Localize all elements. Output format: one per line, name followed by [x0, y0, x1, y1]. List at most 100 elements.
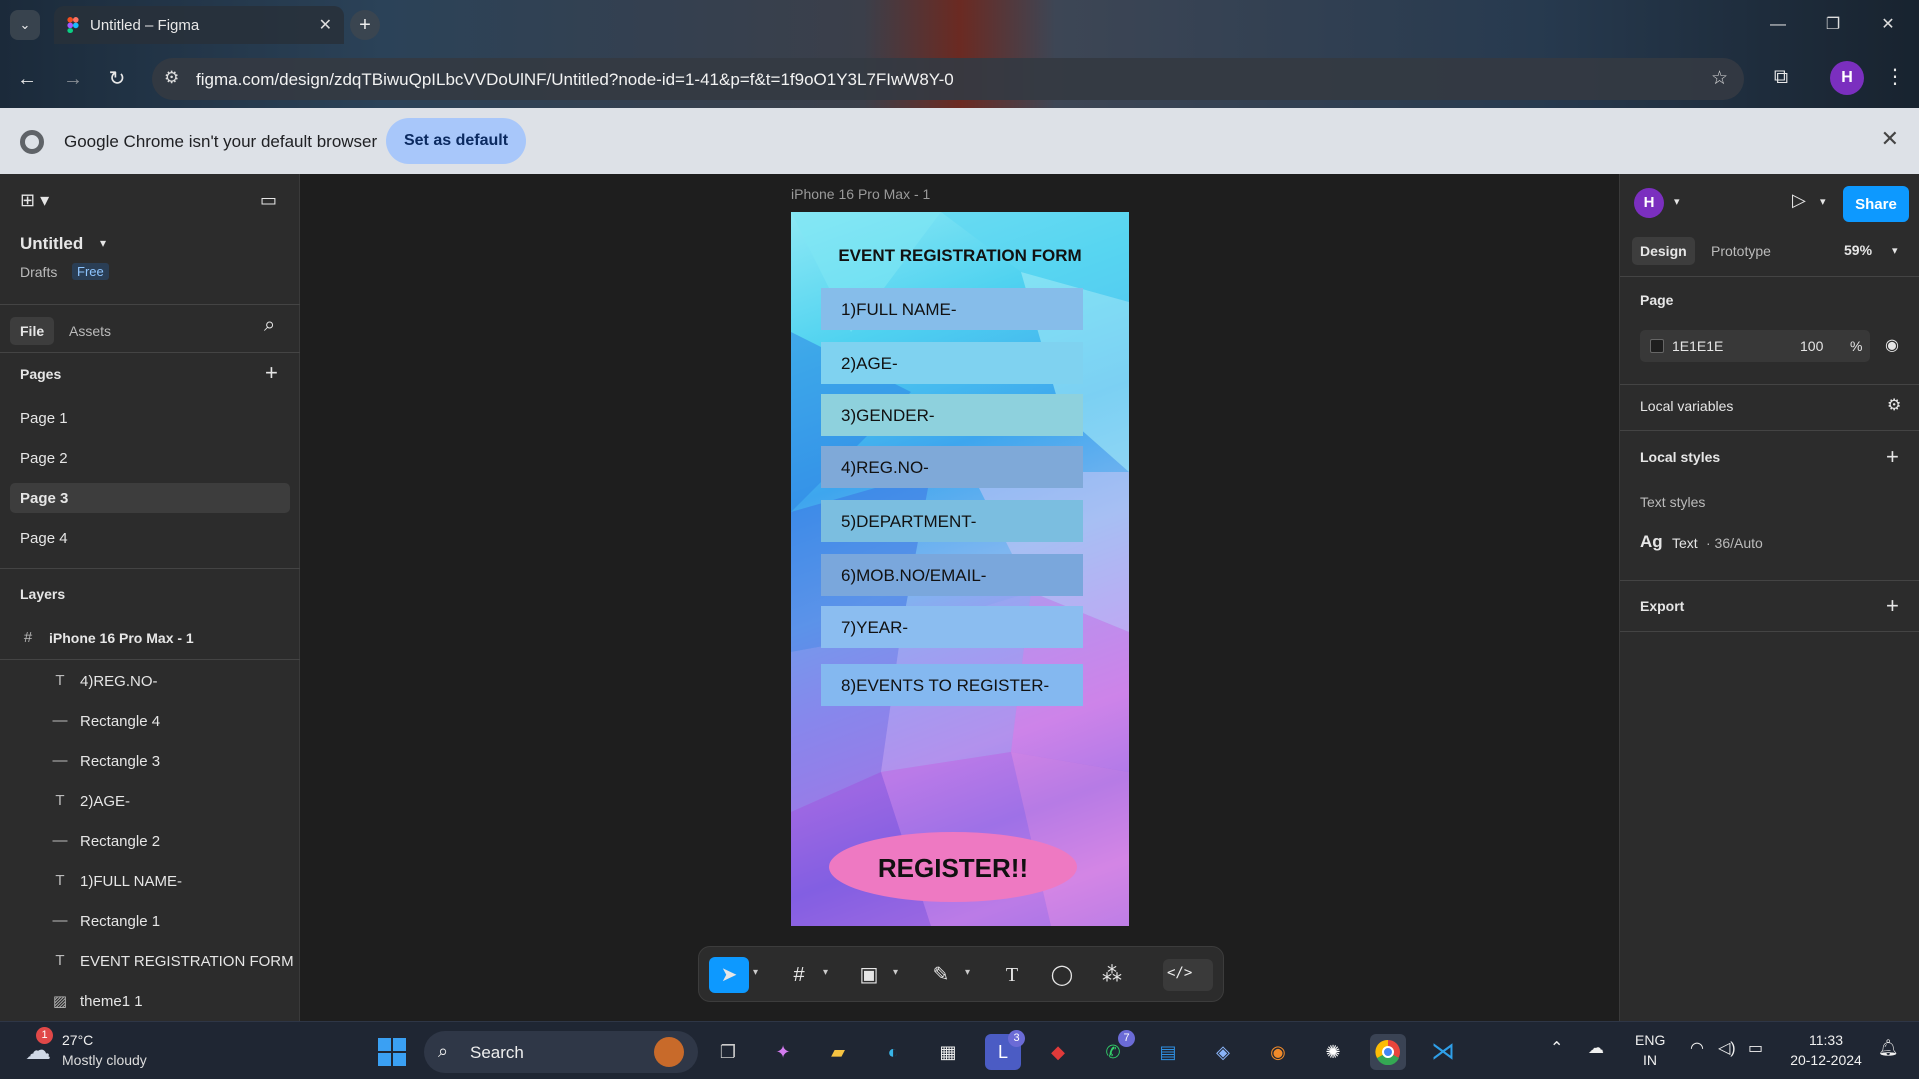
close-window-button[interactable]: ✕ [1868, 10, 1908, 40]
layer-item[interactable]: T 4)REG.NO- [0, 661, 300, 701]
tab-file[interactable]: File [10, 317, 55, 345]
tab-prototype[interactable]: Prototype [1711, 243, 1771, 259]
battery-icon[interactable]: ▭ [1748, 1038, 1763, 1058]
color-swatch[interactable] [1650, 339, 1664, 353]
notifications-bell-icon[interactable]: 🔔︎ [1878, 1038, 1898, 1058]
chatgpt-icon[interactable]: ✺ [1315, 1034, 1351, 1070]
windows-start-icon[interactable] [374, 1034, 410, 1070]
page-item[interactable]: Page 1 [10, 403, 290, 433]
dev-mode-toggle[interactable]: </> [1163, 959, 1213, 991]
wifi-icon[interactable]: ◠ [1690, 1038, 1704, 1058]
url-text[interactable]: figma.com/design/zdqTBiwuQpILbcVVDoUlNF/… [196, 70, 954, 90]
chevron-down-icon[interactable]: ▾ [1674, 195, 1680, 208]
form-field-box[interactable]: 5)DEPARTMENT- [821, 500, 1083, 542]
comment-tool-icon[interactable]: ◯ [1042, 957, 1082, 993]
whatsapp-icon[interactable]: ✆ 7 [1095, 1030, 1135, 1070]
page-color-field[interactable]: 1E1E1E 100 % [1640, 330, 1870, 362]
reload-icon[interactable]: ↻ [102, 64, 132, 94]
vscode-icon[interactable]: ⋊ [1425, 1034, 1461, 1070]
tab-close-icon[interactable]: ✕ [319, 15, 332, 35]
page-opacity[interactable]: 100 [1800, 338, 1823, 354]
layer-item[interactable]: — Rectangle 3 [0, 741, 300, 781]
page-item-active[interactable]: Page 3 [10, 483, 290, 513]
variables-icon[interactable]: ⚙ [1887, 395, 1901, 415]
chevron-down-icon[interactable]: ▾ [823, 967, 828, 978]
browser-menu-icon[interactable]: ⋮ [1880, 62, 1910, 92]
infobar-close-icon[interactable]: ✕ [1881, 126, 1899, 152]
task-view-icon[interactable]: ❐ [710, 1034, 746, 1070]
clock-date[interactable]: 20-12-2024 [1786, 1052, 1866, 1068]
address-bar[interactable]: ⚙ figma.com/design/zdqTBiwuQpILbcVVDoUlN… [152, 58, 1744, 100]
image-tool-icon[interactable]: ▣ [849, 957, 889, 993]
form-field-box[interactable]: 3)GENDER- [821, 394, 1083, 436]
add-style-icon[interactable]: + [1886, 444, 1899, 470]
frame-label[interactable]: iPhone 16 Pro Max - 1 [791, 186, 930, 202]
language-top[interactable]: ENG [1635, 1032, 1665, 1048]
frame-tool-icon[interactable]: # [779, 957, 819, 993]
language-bottom[interactable]: IN [1643, 1052, 1657, 1068]
file-name[interactable]: Untitled [20, 234, 83, 254]
text-tool-icon[interactable]: T [992, 957, 1032, 993]
app-icon[interactable]: ▤ [1150, 1034, 1186, 1070]
tab-design[interactable]: Design [1632, 237, 1695, 265]
chevron-down-icon[interactable]: ▾ [753, 967, 758, 978]
frame-layer[interactable]: # iPhone 16 Pro Max - 1 [0, 618, 300, 658]
layer-item[interactable]: T 1)FULL NAME- [0, 861, 300, 901]
form-field-box[interactable]: 1)FULL NAME- [821, 288, 1083, 330]
add-page-icon[interactable]: + [265, 360, 278, 386]
layer-item[interactable]: T 2)AGE- [0, 781, 300, 821]
file-explorer-icon[interactable]: ▰ [820, 1034, 856, 1070]
text-style-name[interactable]: Text [1672, 535, 1698, 551]
edge-icon[interactable]: ◐ [875, 1034, 911, 1070]
chevron-down-icon[interactable]: ▾ [1892, 244, 1898, 257]
user-avatar[interactable]: H [1634, 188, 1664, 218]
taskbar-search[interactable]: ⌕ Search [424, 1031, 698, 1073]
main-menu-icon[interactable]: ⊞ ▾ [20, 190, 49, 211]
move-tool-icon[interactable]: ➤ [709, 957, 749, 993]
page-item[interactable]: Page 4 [10, 523, 290, 553]
actions-tool-icon[interactable]: ⁂ [1092, 957, 1132, 993]
toggle-sidebar-icon[interactable]: ▭ [260, 190, 277, 211]
app-icon[interactable]: ◈ [1205, 1034, 1241, 1070]
browser-tab[interactable]: Untitled – Figma ✕ [54, 6, 344, 44]
restore-button[interactable]: ❐ [1813, 10, 1853, 40]
weather-temp[interactable]: 27°C [62, 1032, 93, 1048]
share-button[interactable]: Share [1843, 186, 1909, 222]
mcafee-icon[interactable]: ◆ [1040, 1034, 1076, 1070]
tab-search-button[interactable]: ⌄ [10, 10, 40, 40]
form-field-box[interactable]: 8)EVENTS TO REGISTER- [821, 664, 1083, 706]
search-icon[interactable]: ⌕ [264, 314, 275, 337]
tray-expand-icon[interactable]: ⌃ [1550, 1038, 1563, 1058]
site-info-icon[interactable]: ⚙ [164, 68, 179, 88]
drafts-label[interactable]: Drafts [20, 264, 57, 280]
chevron-down-icon[interactable]: ▾ [893, 967, 898, 978]
bookmark-star-icon[interactable]: ☆ [1711, 67, 1728, 90]
page-color-hex[interactable]: 1E1E1E [1672, 338, 1723, 354]
onedrive-icon[interactable]: ☁ [1588, 1038, 1604, 1058]
tab-assets[interactable]: Assets [69, 323, 111, 339]
clock-time[interactable]: 11:33 [1796, 1032, 1856, 1048]
form-title[interactable]: EVENT REGISTRATION FORM [791, 246, 1129, 266]
app-icon[interactable]: ◉ [1260, 1034, 1296, 1070]
layer-item[interactable]: ▨ theme1 1 [0, 981, 300, 1021]
form-field-box[interactable]: 6)MOB.NO/EMAIL- [821, 554, 1083, 596]
page-item[interactable]: Page 2 [10, 443, 290, 473]
weather-desc[interactable]: Mostly cloudy [62, 1052, 147, 1068]
zoom-level[interactable]: 59% [1844, 242, 1872, 258]
chevron-down-icon[interactable]: ▾ [1820, 195, 1826, 208]
layer-item[interactable]: — Rectangle 1 [0, 901, 300, 941]
present-play-icon[interactable]: ▷ [1792, 190, 1806, 211]
profile-avatar[interactable]: H [1830, 61, 1864, 95]
extensions-icon[interactable]: ⧉ [1766, 62, 1796, 92]
layer-item[interactable]: — Rectangle 2 [0, 821, 300, 861]
volume-icon[interactable]: ◁) [1718, 1038, 1736, 1058]
local-variables[interactable]: Local variables [1640, 398, 1733, 414]
eye-icon[interactable]: ◉ [1885, 335, 1899, 355]
minimize-button[interactable]: — [1758, 10, 1798, 40]
form-field-box[interactable]: 4)REG.NO- [821, 446, 1083, 488]
chrome-icon[interactable] [1370, 1034, 1406, 1070]
set-default-button[interactable]: Set as default [386, 118, 526, 164]
form-field-box[interactable]: 7)YEAR- [821, 606, 1083, 648]
chevron-down-icon[interactable]: ▾ [965, 967, 970, 978]
pen-tool-icon[interactable]: ✎ [921, 957, 961, 993]
